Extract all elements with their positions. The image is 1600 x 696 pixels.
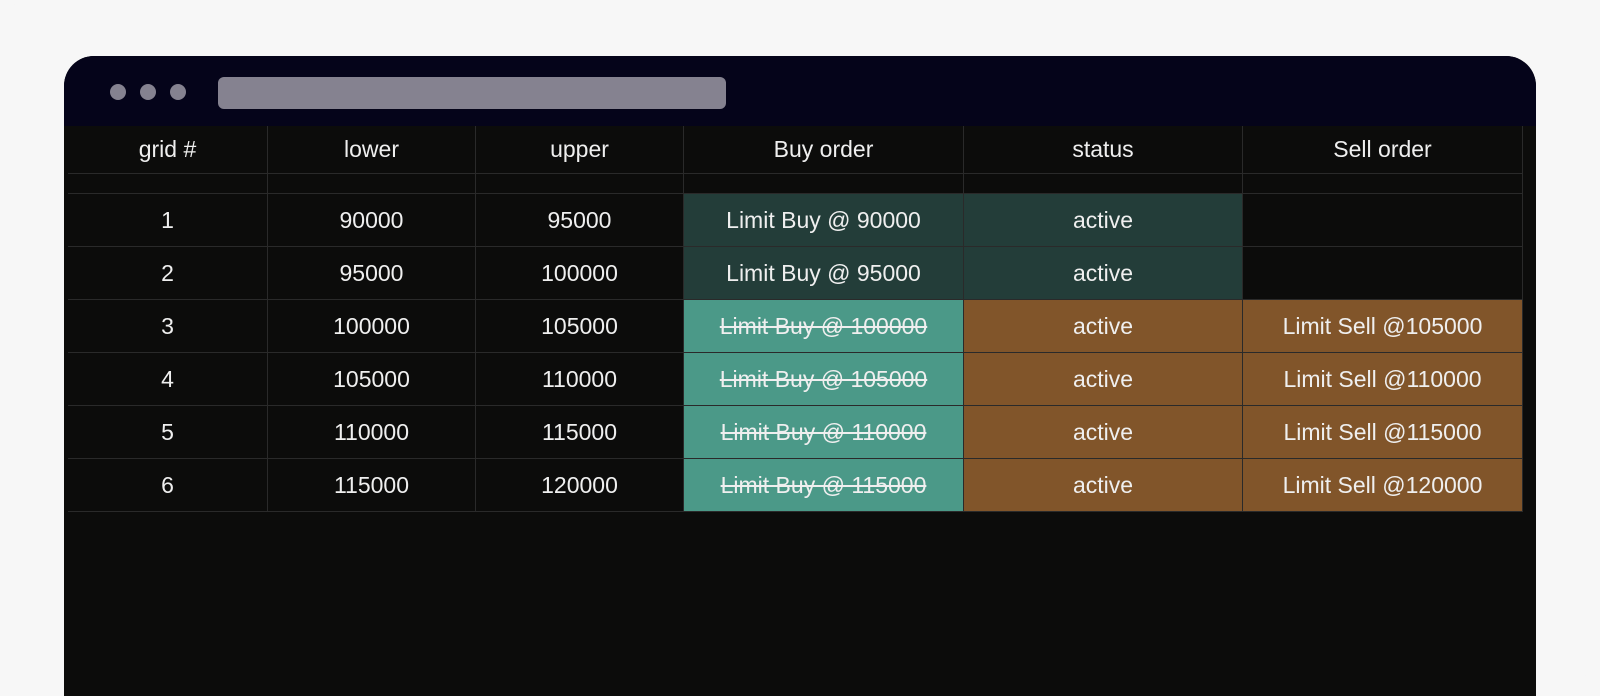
table-row[interactable]: 2 95000 100000 Limit Buy @ 95000 active [68,247,1528,300]
window-titlebar [64,56,1536,126]
grid-number-cell: 6 [68,459,268,512]
window-minimize-dot[interactable] [140,84,156,100]
sell-order-cell: Limit Sell @110000 [1243,353,1523,406]
header-grid-number: grid # [68,126,268,174]
lower-price-cell: 100000 [268,300,476,353]
status-cell: active [964,353,1243,406]
buy-order-label: Limit Buy @ 105000 [719,365,928,392]
spacer-cell [68,174,268,194]
lower-price-cell: 105000 [268,353,476,406]
buy-order-cell: Limit Buy @ 100000 [684,300,964,353]
header-lower: lower [268,126,476,174]
window-close-dot[interactable] [110,84,126,100]
header-upper: upper [476,126,684,174]
grid-number-cell: 1 [68,194,268,247]
browser-window: grid # lower upper Buy order status Sell… [64,56,1536,696]
grid-number-cell: 2 [68,247,268,300]
status-cell: active [964,300,1243,353]
upper-price-cell: 95000 [476,194,684,247]
upper-price-cell: 100000 [476,247,684,300]
lower-price-cell: 115000 [268,459,476,512]
table-header-row: grid # lower upper Buy order status Sell… [68,126,1528,174]
upper-price-cell: 120000 [476,459,684,512]
window-maximize-dot[interactable] [170,84,186,100]
sell-order-cell: Limit Sell @105000 [1243,300,1523,353]
buy-order-cell: Limit Buy @ 115000 [684,459,964,512]
upper-price-cell: 110000 [476,353,684,406]
header-status: status [964,126,1243,174]
buy-order-cell: Limit Buy @ 110000 [684,406,964,459]
table-row[interactable]: 1 90000 95000 Limit Buy @ 90000 active [68,194,1528,247]
page-frame: grid # lower upper Buy order status Sell… [0,0,1600,696]
sell-order-cell: Limit Sell @120000 [1243,459,1523,512]
sell-order-cell [1243,194,1523,247]
header-buy-order: Buy order [684,126,964,174]
sell-order-cell: Limit Sell @115000 [1243,406,1523,459]
lower-price-cell: 90000 [268,194,476,247]
status-cell: active [964,194,1243,247]
spacer-cell [476,174,684,194]
table-row[interactable]: 6 115000 120000 Limit Buy @ 115000 activ… [68,459,1528,512]
grid-orders-table: grid # lower upper Buy order status Sell… [68,126,1528,512]
table-row[interactable]: 5 110000 115000 Limit Buy @ 110000 activ… [68,406,1528,459]
buy-order-label: Limit Buy @ 115000 [720,471,927,498]
buy-order-cell: Limit Buy @ 90000 [684,194,964,247]
buy-order-label: Limit Buy @ 110000 [720,418,927,445]
spacer-cell [268,174,476,194]
buy-order-cell: Limit Buy @ 105000 [684,353,964,406]
lower-price-cell: 95000 [268,247,476,300]
table-row[interactable]: 3 100000 105000 Limit Buy @ 100000 activ… [68,300,1528,353]
grid-number-cell: 3 [68,300,268,353]
grid-number-cell: 5 [68,406,268,459]
buy-order-label: Limit Buy @ 100000 [719,312,928,339]
sell-order-cell [1243,247,1523,300]
header-sell-order: Sell order [1243,126,1523,174]
buy-order-label: Limit Buy @ 90000 [726,206,921,233]
spacer-cell [964,174,1243,194]
table-row[interactable]: 4 105000 110000 Limit Buy @ 105000 activ… [68,353,1528,406]
spacer-cell [1243,174,1523,194]
spacer-cell [684,174,964,194]
upper-price-cell: 105000 [476,300,684,353]
buy-order-cell: Limit Buy @ 95000 [684,247,964,300]
lower-price-cell: 110000 [268,406,476,459]
upper-price-cell: 115000 [476,406,684,459]
table-spacer-row [68,174,1528,194]
buy-order-label: Limit Buy @ 95000 [726,259,921,286]
status-cell: active [964,247,1243,300]
grid-number-cell: 4 [68,353,268,406]
address-bar[interactable] [218,77,726,109]
status-cell: active [964,406,1243,459]
status-cell: active [964,459,1243,512]
